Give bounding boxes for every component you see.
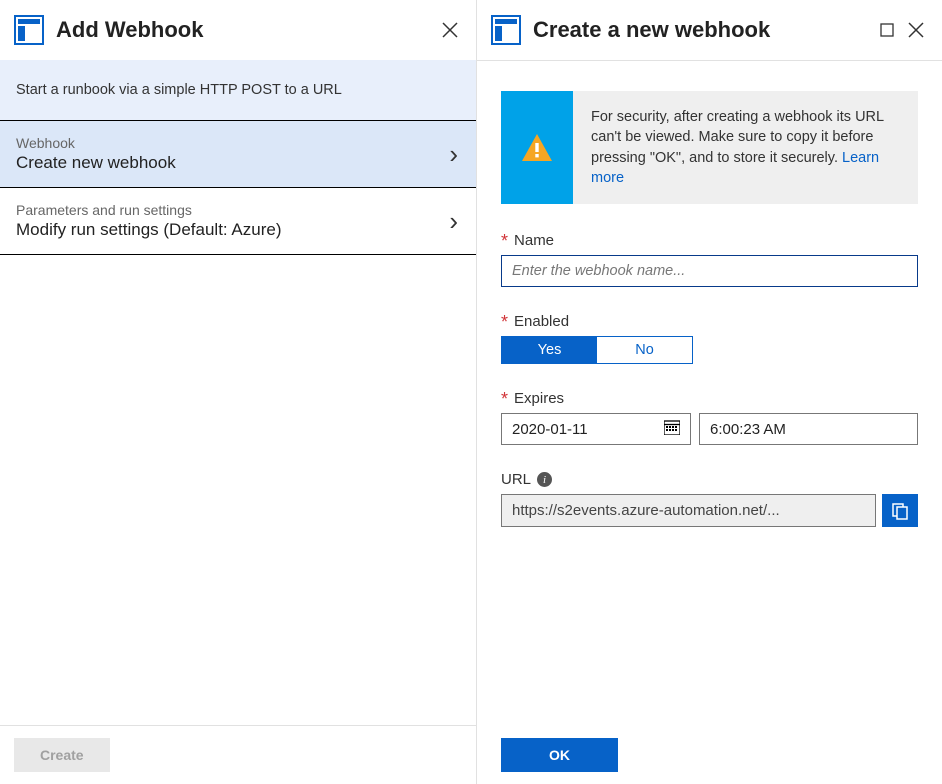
ok-button[interactable]: OK [501, 738, 618, 772]
blade-icon [14, 15, 44, 45]
expires-label: Expires [514, 390, 564, 407]
description-bar: Start a runbook via a simple HTTP POST t… [0, 60, 476, 121]
required-indicator: * [501, 315, 508, 329]
info-icon[interactable]: i [537, 472, 552, 487]
expires-field: * Expires 2020-01-11 6:00:23 AM [501, 390, 918, 445]
enabled-no-option[interactable]: No [597, 337, 692, 363]
calendar-icon [664, 420, 680, 438]
left-title: Add Webhook [56, 17, 442, 43]
required-indicator: * [501, 392, 508, 406]
info-box: For security, after creating a webhook i… [501, 91, 918, 204]
create-button[interactable]: Create [14, 738, 110, 772]
close-icon[interactable] [442, 22, 458, 38]
expires-time-input[interactable]: 6:00:23 AM [699, 413, 918, 445]
close-icon[interactable] [908, 22, 924, 38]
nav-item-webhook[interactable]: Webhook Create new webhook › [0, 121, 476, 188]
right-blade-header: Create a new webhook [477, 0, 942, 60]
warning-icon [501, 91, 573, 204]
create-webhook-blade: Create a new webhook For security, after… [477, 0, 942, 784]
maximize-icon[interactable] [880, 23, 894, 37]
required-indicator: * [501, 234, 508, 248]
nav-item-parameters[interactable]: Parameters and run settings Modify run s… [0, 188, 476, 255]
info-text: For security, after creating a webhook i… [573, 91, 918, 204]
left-blade-header: Add Webhook [0, 0, 476, 60]
chevron-right-icon: › [449, 139, 458, 170]
name-input[interactable] [501, 255, 918, 287]
left-footer: Create [0, 725, 476, 784]
url-field: URL i https://s2events.azure-automation.… [501, 471, 918, 527]
url-value: https://s2events.azure-automation.net/..… [501, 494, 876, 527]
enabled-label: Enabled [514, 313, 569, 330]
chevron-right-icon: › [449, 206, 458, 237]
nav-item-label: Parameters and run settings [16, 202, 449, 218]
expires-date-input[interactable]: 2020-01-11 [501, 413, 691, 445]
add-webhook-blade: Add Webhook Start a runbook via a simple… [0, 0, 477, 784]
nav-item-label: Webhook [16, 135, 449, 151]
enabled-toggle: Yes No [501, 336, 693, 364]
name-field: * Name [501, 232, 918, 287]
right-footer: OK [477, 726, 942, 784]
nav-item-title: Modify run settings (Default: Azure) [16, 220, 449, 240]
blade-icon [491, 15, 521, 45]
url-label: URL [501, 471, 531, 488]
right-title: Create a new webhook [533, 17, 880, 43]
enabled-field: * Enabled Yes No [501, 313, 918, 364]
nav-item-title: Create new webhook [16, 153, 449, 173]
name-label: Name [514, 232, 554, 249]
enabled-yes-option[interactable]: Yes [502, 337, 597, 363]
copy-button[interactable] [882, 494, 918, 527]
